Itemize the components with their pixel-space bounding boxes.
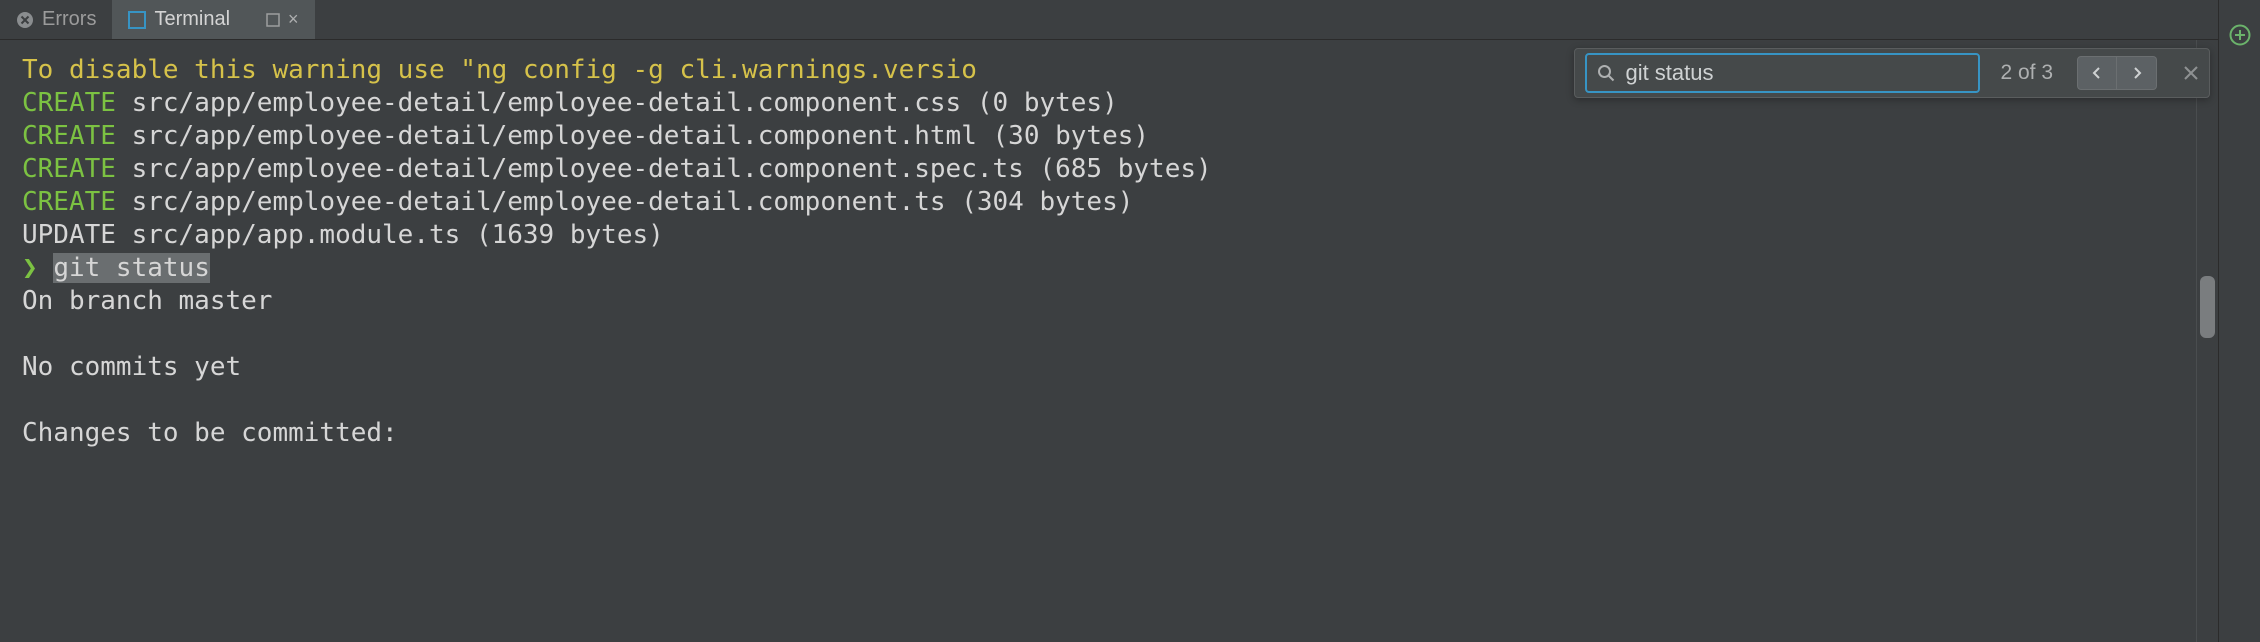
terminal-line: No commits yet xyxy=(22,351,2174,384)
tab-errors[interactable]: Errors xyxy=(0,0,112,39)
terminal-line: CREATE src/app/employee-detail/employee-… xyxy=(22,120,2174,153)
error-icon xyxy=(16,11,34,29)
tab-terminal-label: Terminal xyxy=(154,8,230,31)
chevron-right-icon xyxy=(2131,66,2143,80)
close-icon xyxy=(2183,65,2199,81)
find-prev-button[interactable] xyxy=(2077,56,2117,90)
terminal-line: CREATE src/app/employee-detail/employee-… xyxy=(22,153,2174,186)
new-session-button[interactable] xyxy=(2229,24,2251,46)
find-close-button[interactable] xyxy=(2183,65,2199,81)
close-tab-icon[interactable]: × xyxy=(288,9,299,30)
content-wrap: To disable this warning use "ng config -… xyxy=(0,40,2218,642)
find-next-button[interactable] xyxy=(2117,56,2157,90)
tab-errors-label: Errors xyxy=(42,8,96,31)
find-input[interactable] xyxy=(1625,60,1968,86)
search-icon xyxy=(1597,64,1615,82)
terminal-output[interactable]: To disable this warning use "ng config -… xyxy=(0,40,2196,642)
main-column: Errors Terminal × To disable this warnin… xyxy=(0,0,2218,642)
find-nav-group xyxy=(2077,56,2157,90)
maximize-icon[interactable] xyxy=(266,13,280,27)
right-gutter xyxy=(2218,0,2260,642)
find-bar: 2 of 3 xyxy=(1574,48,2210,98)
plus-icon xyxy=(2229,24,2251,46)
scrollbar-thumb[interactable] xyxy=(2200,276,2215,338)
chevron-left-icon xyxy=(2091,66,2103,80)
terminal-line: Changes to be committed: xyxy=(22,417,2174,450)
terminal-line: ❯ git status xyxy=(22,252,2174,285)
terminal-line: CREATE src/app/employee-detail/employee-… xyxy=(22,186,2174,219)
ide-panel: Errors Terminal × To disable this warnin… xyxy=(0,0,2260,642)
find-count: 2 of 3 xyxy=(2000,61,2057,85)
terminal-scrollbar[interactable] xyxy=(2196,40,2218,642)
terminal-icon xyxy=(128,11,146,29)
tab-terminal[interactable]: Terminal × xyxy=(112,0,314,39)
terminal-line: UPDATE src/app/app.module.ts (1639 bytes… xyxy=(22,219,2174,252)
terminal-line: On branch master xyxy=(22,285,2174,318)
find-field-wrapper[interactable] xyxy=(1585,53,1980,93)
tab-bar: Errors Terminal × xyxy=(0,0,2218,40)
